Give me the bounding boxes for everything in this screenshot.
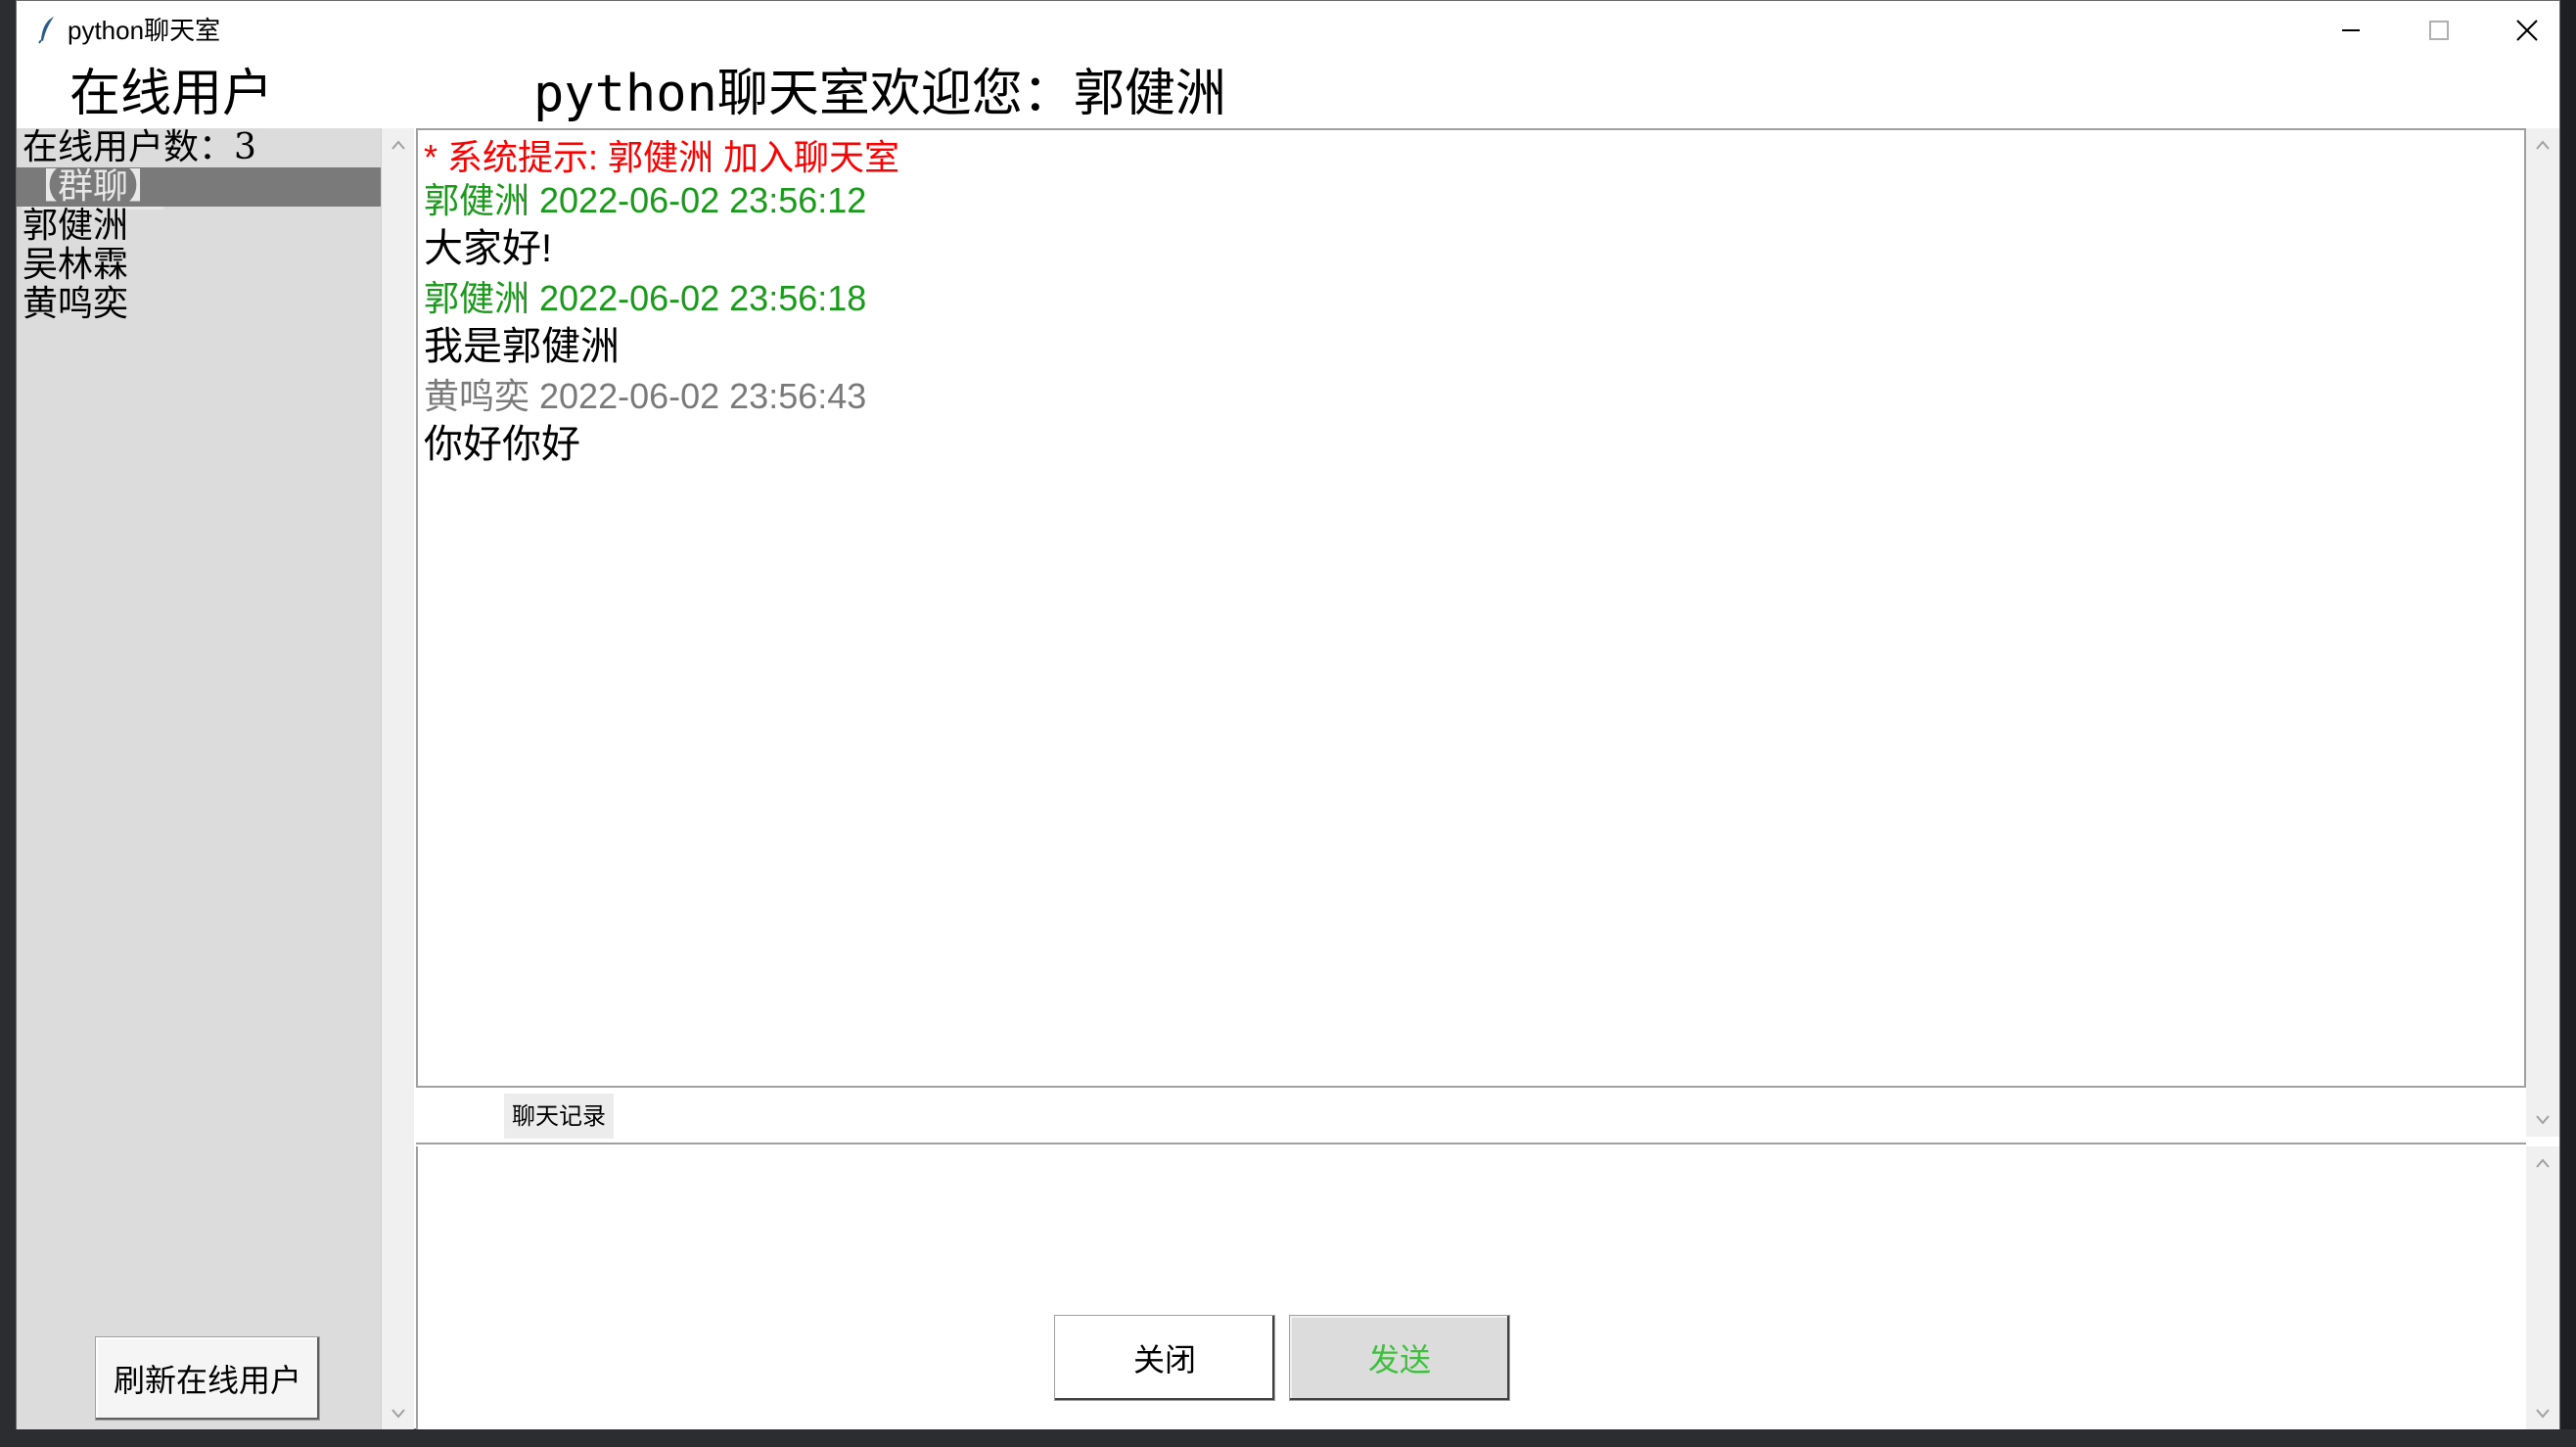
close-button[interactable]: 关闭: [1054, 1315, 1275, 1401]
refresh-users-button[interactable]: 刷新在线用户: [95, 1336, 320, 1421]
input-scrollbar[interactable]: [2526, 1146, 2559, 1430]
close-window-button[interactable]: [2483, 1, 2571, 60]
divider: [416, 1143, 2526, 1144]
online-user-listbox[interactable]: 在线用户数：3 【群聊】 郭健洲 吴林霖 黄鸣奕 刷新在线用户: [17, 128, 381, 1430]
window-title: python聊天室: [68, 16, 221, 45]
background-taskbar-strip: [0, 1429, 2576, 1447]
chat-message-meta: * 系统提示: 郭健洲 加入聊天室: [424, 137, 900, 177]
chat-history-label: 聊天记录: [504, 1094, 614, 1139]
online-users-heading: 在线用户: [69, 65, 274, 123]
user-count-label: 在线用户数：3: [23, 127, 256, 167]
chat-window: python聊天室 在线用户 python聊天室欢迎您：郭健洲 在线用户数：3 …: [16, 0, 2560, 1430]
scroll-up-icon[interactable]: [2526, 128, 2559, 162]
feather-app-icon: [38, 17, 54, 44]
scroll-down-icon[interactable]: [382, 1397, 414, 1430]
scroll-up-icon[interactable]: [2526, 1146, 2559, 1180]
maximize-icon: [2429, 21, 2449, 40]
list-item-user[interactable]: 吴林霖: [23, 246, 128, 285]
chat-log-scrollbar[interactable]: [2526, 128, 2559, 1137]
welcome-heading: python聊天室欢迎您：郭健洲: [533, 65, 1226, 123]
chat-message-meta: 郭健洲 2022-06-02 23:56:12: [424, 180, 867, 220]
group-chat-label: 【群聊】: [23, 166, 164, 210]
list-item-group-chat[interactable]: 【群聊】: [17, 166, 381, 210]
chat-log[interactable]: * 系统提示: 郭健洲 加入聊天室 郭健洲 2022-06-02 23:56:1…: [416, 128, 2526, 1088]
scroll-down-icon[interactable]: [2526, 1397, 2559, 1430]
chat-message-body: 大家好!: [424, 227, 553, 270]
chat-message-body: 你好你好: [424, 423, 580, 466]
send-button[interactable]: 发送: [1289, 1315, 1510, 1401]
user-list-scrollbar[interactable]: [381, 128, 414, 1430]
chat-message-body: 我是郭健洲: [424, 325, 620, 368]
list-item-user[interactable]: 郭健洲: [23, 207, 128, 246]
maximize-button[interactable]: [2395, 1, 2483, 60]
scroll-up-icon[interactable]: [382, 128, 414, 162]
list-item-user[interactable]: 黄鸣奕: [23, 285, 128, 324]
title-bar: python聊天室: [17, 1, 2559, 60]
minimize-icon: [2342, 29, 2360, 31]
chat-message-meta: 郭健洲 2022-06-02 23:56:18: [424, 278, 867, 318]
close-icon: [2516, 20, 2538, 41]
scroll-down-icon[interactable]: [2526, 1103, 2559, 1137]
chat-message-meta: 黄鸣奕 2022-06-02 23:56:43: [424, 376, 867, 416]
minimize-button[interactable]: [2307, 1, 2395, 60]
